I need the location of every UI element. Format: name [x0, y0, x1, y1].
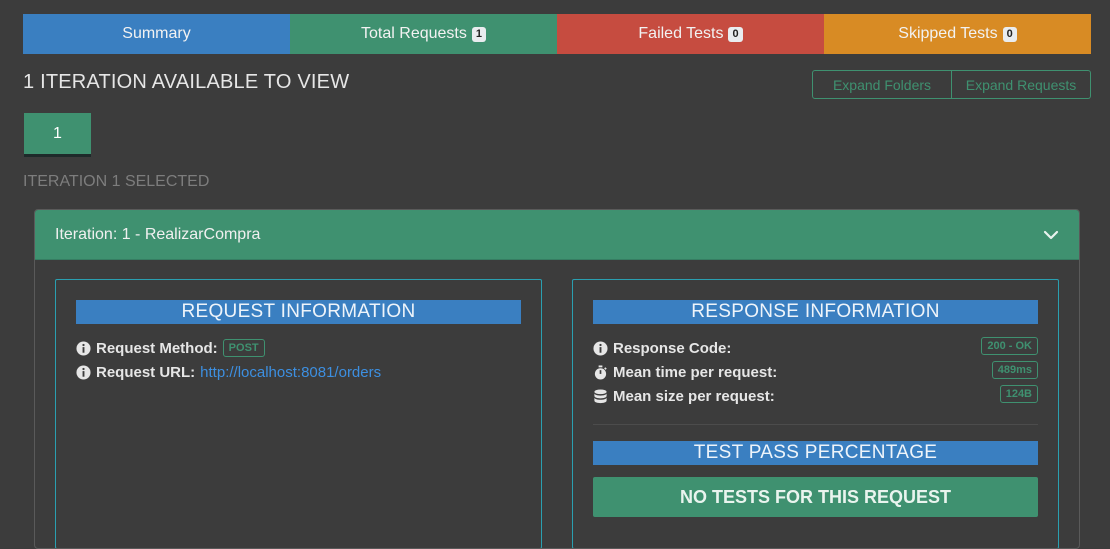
response-code-label: Response Code: [613, 339, 732, 357]
response-code-row: Response Code: [593, 338, 731, 358]
response-information-panel: RESPONSE INFORMATION Response Code: 200 … [572, 279, 1059, 548]
test-pass-percentage-heading: TEST PASS PERCENTAGE [593, 441, 1038, 465]
expand-requests-button[interactable]: Expand Requests [952, 70, 1091, 99]
mean-size-row: Mean size per request: [593, 386, 775, 406]
iteration-card: Iteration: 1 - RealizarCompra REQUEST IN… [34, 209, 1080, 549]
mean-time-badge: 489ms [991, 361, 1038, 379]
expand-button-group: Expand Folders Expand Requests [812, 70, 1091, 99]
mean-time-row: Mean time per request: [593, 362, 777, 382]
database-icon [594, 388, 607, 403]
request-information-heading: REQUEST INFORMATION [76, 300, 521, 324]
request-method-badge: POST [222, 339, 265, 357]
request-url-row: Request URL: http://localhost:8081/order… [76, 362, 381, 382]
request-url-label: Request URL: [96, 363, 196, 381]
mean-size-badge: 124B [999, 385, 1038, 403]
info-circle-icon [593, 340, 608, 356]
iteration-card-title: Iteration: 1 - RealizarCompra [55, 225, 261, 243]
chevron-down-icon[interactable] [1043, 227, 1059, 243]
iteration-card-header[interactable]: Iteration: 1 - RealizarCompra [35, 210, 1079, 260]
info-circle-icon [76, 340, 91, 356]
tab-total-requests[interactable]: Total Requests 1 [290, 14, 557, 54]
iteration-selected-text: ITERATION 1 SELECTED [23, 173, 210, 190]
tab-skipped-tests[interactable]: Skipped Tests 0 [824, 14, 1091, 54]
tab-failed-tests-label: Failed Tests [638, 25, 724, 42]
response-information-heading: RESPONSE INFORMATION [593, 300, 1038, 324]
expand-folders-button[interactable]: Expand Folders [812, 70, 952, 99]
tab-total-requests-label: Total Requests [361, 25, 467, 42]
total-requests-badge: 1 [471, 26, 486, 42]
stopwatch-icon [594, 364, 607, 380]
summary-tabs: Summary Total Requests 1 Failed Tests 0 … [23, 14, 1091, 54]
panel-divider [593, 424, 1038, 425]
request-url-link[interactable]: http://localhost:8081/orders [200, 364, 381, 381]
mean-size-label: Mean size per request: [613, 387, 775, 405]
tab-failed-tests[interactable]: Failed Tests 0 [557, 14, 824, 54]
skipped-tests-badge: 0 [1002, 26, 1017, 42]
response-code-badge: 200 - OK [981, 337, 1038, 355]
no-tests-banner: NO TESTS FOR THIS REQUEST [593, 477, 1038, 517]
failed-tests-badge: 0 [728, 26, 743, 42]
info-circle-icon [76, 364, 91, 380]
request-method-row: Request Method: POST [76, 338, 265, 358]
tab-skipped-tests-label: Skipped Tests [898, 25, 998, 42]
request-method-label: Request Method: [96, 339, 218, 357]
request-information-panel: REQUEST INFORMATION Request Method: POST… [55, 279, 542, 548]
iteration-1-button[interactable]: 1 [24, 113, 91, 157]
tab-summary[interactable]: Summary [23, 14, 290, 54]
mean-time-label: Mean time per request: [613, 363, 778, 381]
page-title: 1 ITERATION AVAILABLE TO VIEW [23, 71, 350, 93]
tab-summary-label: Summary [122, 25, 191, 42]
